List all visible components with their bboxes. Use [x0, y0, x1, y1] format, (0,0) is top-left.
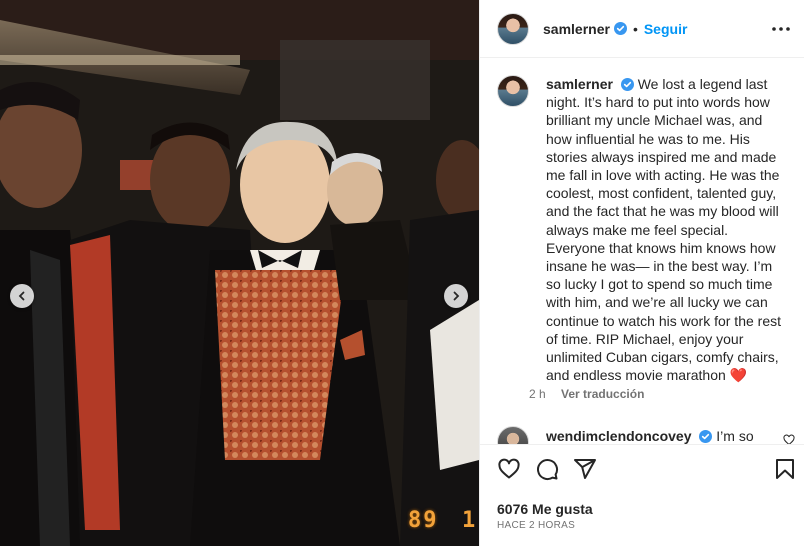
see-translation-link[interactable]: Ver traducción [561, 387, 644, 401]
chevron-left-icon [18, 291, 25, 301]
bookmark-icon [776, 459, 794, 479]
photo-date-stamp: 89 [408, 508, 439, 533]
action-icons [497, 457, 597, 481]
share-button[interactable] [573, 457, 597, 481]
comments-scroll-area[interactable]: samlerner We lost a legend last night. I… [480, 59, 804, 427]
comment-body: I’m so [716, 428, 754, 444]
post-header: samlerner • Seguir [480, 0, 804, 58]
post-side-panel: samlerner • Seguir samlerner We lost a l… [479, 0, 804, 546]
verified-badge-icon [620, 78, 634, 91]
heart-icon [498, 458, 520, 479]
carousel-prev-button[interactable] [10, 284, 34, 308]
like-button[interactable] [497, 457, 521, 481]
more-horizontal-icon [772, 27, 790, 31]
follow-button[interactable]: Seguir [644, 21, 688, 37]
comment-item: wendimclendoncovey I’m so [497, 426, 797, 444]
header-separator: • [632, 20, 638, 37]
likes-count[interactable]: 6076 Me gusta [497, 501, 593, 517]
caption-meta: 2 h Ver traducción [529, 387, 644, 401]
post-actions-bar: 6076 Me gusta HACE 2 HORAS [480, 444, 804, 546]
comment-heart-icon[interactable] [783, 434, 795, 444]
verified-badge-icon [699, 430, 713, 443]
author-username[interactable]: samlerner [543, 21, 610, 37]
comment-icon [537, 459, 559, 481]
save-button[interactable] [773, 457, 797, 481]
author-avatar[interactable] [497, 12, 529, 45]
carousel-next-button[interactable] [444, 284, 468, 308]
caption-body: We lost a legend last night. It’s hard t… [546, 76, 781, 384]
commenter-username[interactable]: wendimclendoncovey [546, 428, 691, 444]
post-photo[interactable]: 89 1 [0, 0, 479, 546]
caption-username[interactable]: samlerner [546, 76, 613, 92]
caption-text-block: samlerner We lost a legend last night. I… [546, 75, 790, 384]
comment-text-block: wendimclendoncovey I’m so [546, 428, 754, 444]
caption-author-avatar[interactable] [497, 75, 529, 107]
chevron-right-icon [453, 291, 460, 301]
photo-scene [0, 0, 479, 546]
commenter-avatar[interactable] [497, 426, 529, 444]
verified-badge-icon [613, 22, 627, 35]
share-icon [574, 459, 596, 479]
comment-button[interactable] [535, 457, 559, 481]
caption-time: 2 h [529, 387, 546, 401]
more-options-button[interactable] [769, 17, 793, 41]
photo-date-stamp-suffix: 1 [462, 508, 476, 533]
red-heart-emoji: ❤️ [729, 367, 748, 384]
post-time-ago[interactable]: HACE 2 HORAS [497, 520, 575, 531]
